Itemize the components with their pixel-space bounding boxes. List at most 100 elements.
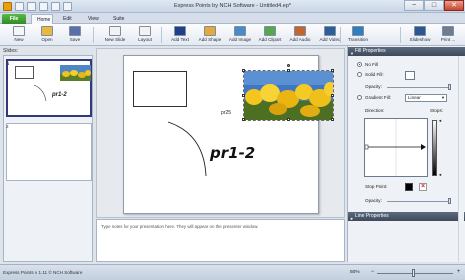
slide-number: 1 [7,61,10,66]
thumb-tulip-image [60,65,91,81]
direction-arrow-icon [364,119,426,176]
no-fill-label: No Fill [365,62,379,67]
ribbon-button-label: Add Clipart [258,37,282,42]
slide-rectangle-shape[interactable] [133,71,187,107]
gradient-stops-bar[interactable] [432,120,437,176]
slides-label: Slides: [3,48,19,54]
thumb-arc [33,84,47,102]
slideshow-icon [414,26,426,36]
gradient-direction-box[interactable] [364,118,428,177]
title-bar: Express Points by NCH Software - Untitle… [0,0,465,13]
resize-handle[interactable] [331,118,334,121]
video-icon [324,26,336,36]
add-shape-button[interactable]: Add Shape [195,25,225,46]
ribbon-button-label: Open [41,37,53,42]
slide-tulip-image[interactable] [242,64,336,121]
slide-text-large[interactable]: pr1-2 [210,144,255,162]
ribbon-button-label: Add Audio [289,37,311,42]
slide-thumbnail-1[interactable]: 1 pr1-2 [6,59,92,117]
tab-view[interactable]: View [83,14,104,24]
resize-handle[interactable] [331,94,334,97]
shape-icon [204,26,216,36]
slideshow-button[interactable]: Slideshow [405,25,435,46]
resize-handle[interactable] [287,69,290,72]
stop-point-label: Stop Point: [365,184,388,189]
new-slide-button[interactable]: New Slide [100,25,130,46]
solid-fill-color-swatch[interactable] [405,71,415,80]
gradient-type-select[interactable]: Linear ▼ [405,94,447,102]
line-properties-header[interactable]: ► Line Properties [348,212,465,221]
panel-scrollbar[interactable] [458,56,464,262]
notes-area[interactable]: Type notes for your presentation here. T… [96,219,345,262]
stop-opacity-slider[interactable] [448,198,451,204]
chevron-down-icon: ▼ [441,95,445,100]
layout-button[interactable]: Layout [130,25,160,46]
ribbon-button-label: Save [69,37,81,42]
add-text-button[interactable]: Add Text [165,25,195,46]
fill-properties-title: Fill Properties [355,48,386,54]
resize-handle[interactable] [242,118,245,121]
status-text: Express Points v 1.11 © NCH Software [3,270,83,275]
audio-icon [294,26,306,36]
new-button[interactable]: New [4,25,34,46]
resize-handle[interactable] [242,94,245,97]
stop-marker-icon[interactable]: ◄ [438,118,442,123]
window-title: Express Points by NCH Software - Untitle… [173,3,292,9]
tab-suite[interactable]: Suite [108,14,129,24]
add-clipart-button[interactable]: Add Clipart [255,25,285,46]
solid-fill-radio[interactable] [357,72,362,77]
delete-stop-button[interactable]: × [419,183,427,191]
stop-opacity-track[interactable] [387,201,451,202]
fill-properties-header[interactable]: ▼ Fill Properties [348,47,465,56]
ribbon-button-label: Layout [138,37,152,42]
ribbon-button-label: Print ... [440,37,456,42]
save-button[interactable]: Save [60,25,90,46]
solid-opacity-track[interactable] [387,87,451,88]
zoom-out-button[interactable]: − [369,268,376,276]
zoom-level: 50% [350,270,360,275]
solid-opacity-slider[interactable] [448,84,451,90]
stop-opacity-label: Opacity: [365,198,382,203]
stop-color-swatch[interactable] [405,183,413,191]
no-fill-radio[interactable] [357,62,362,67]
slide-arc-shape[interactable] [166,120,210,178]
gradient-type-value: Linear [408,95,421,100]
zoom-slider[interactable] [412,269,415,277]
expand-arrow-icon: ► [350,216,354,221]
ribbon-tabs: File Home Edit View Suite [0,13,465,24]
solid-opacity-label: Opacity: [365,84,382,89]
ribbon-button-label: Add Image [228,37,252,42]
properties-panel: ▼ Fill Properties No Fill Solid Fill: Op… [347,46,465,262]
rotate-handle[interactable] [287,64,290,67]
transition-button[interactable]: Transition [343,25,373,46]
close-button[interactable]: ✕ [444,0,464,11]
ribbon-button-label: Add Text [171,37,189,42]
resize-handle[interactable] [287,118,290,121]
zoom-slider-track[interactable] [377,273,453,274]
slide-number: 2 [6,124,9,129]
minimize-button[interactable]: − [404,0,424,11]
print-icon [442,26,454,36]
slide-thumbnail-2[interactable]: 2 [6,123,92,181]
solid-fill-label: Solid Fill: [365,72,384,77]
gradient-fill-radio[interactable] [357,95,362,100]
slide-canvas[interactable]: pr25 pr1-2 [123,55,336,214]
zoom-in-button[interactable]: + [455,268,462,276]
thumb-rectangle [15,66,34,79]
image-icon [234,26,246,36]
print-button[interactable]: Print ... [433,25,463,46]
resize-handle[interactable] [331,69,334,72]
gradient-fill-label: Gradient Fill: [365,95,392,100]
tab-home[interactable]: Home [31,14,53,24]
add-audio-button[interactable]: Add Audio [285,25,315,46]
slides-panel: 1 pr1-2 2 [3,55,93,262]
add-image-button[interactable]: Add Image [225,25,255,46]
resize-handle[interactable] [242,69,245,72]
open-button[interactable]: Open [32,25,62,46]
ribbon-button-label: Slideshow [409,37,431,42]
slide-text-small[interactable]: pr25 [221,110,231,116]
tab-edit[interactable]: Edit [58,14,77,24]
maximize-button[interactable]: □ [424,0,444,11]
stop-marker-icon[interactable]: ◄ [438,172,442,177]
tab-file[interactable]: File [2,14,26,24]
